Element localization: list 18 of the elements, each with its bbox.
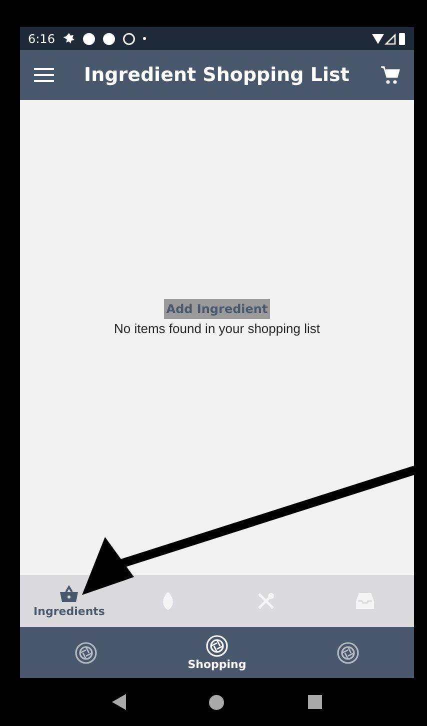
circle-icon (122, 32, 135, 44)
back-icon[interactable] (112, 694, 126, 710)
aperture-icon (337, 642, 360, 664)
menu-icon[interactable] (34, 67, 54, 83)
home-icon[interactable] (209, 694, 224, 710)
empty-message: No items found in your shopping list (114, 321, 320, 336)
aperture-icon (74, 642, 97, 664)
app-title: Ingredient Shopping List (84, 64, 350, 86)
leaf-icon (160, 591, 175, 611)
signal-battery-icon (372, 32, 406, 44)
status-time: 6:16 (28, 32, 55, 46)
dot-icon (142, 37, 146, 40)
inbox-icon (354, 592, 375, 610)
aperture-icon (206, 634, 228, 656)
basket-icon (59, 584, 80, 602)
recents-icon[interactable] (308, 695, 322, 709)
utensils-icon (256, 591, 276, 611)
cart-icon[interactable] (380, 65, 400, 85)
